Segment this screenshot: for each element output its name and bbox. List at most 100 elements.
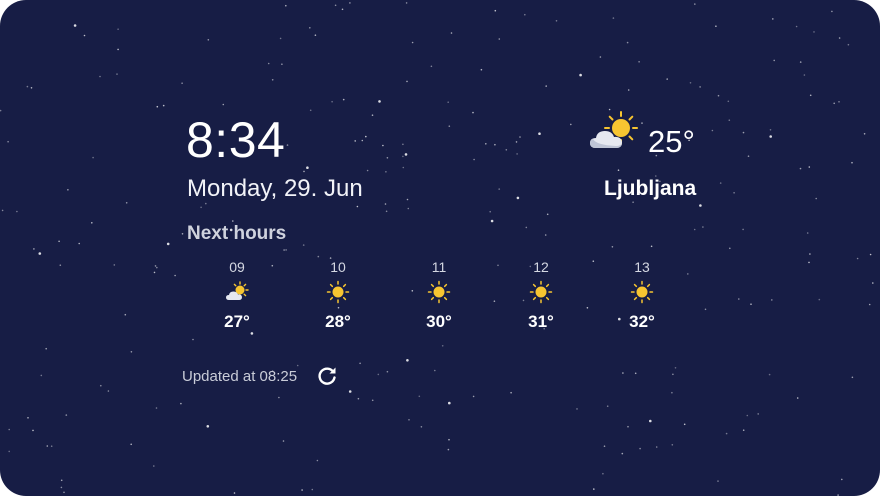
star-dot — [555, 20, 558, 22]
star-dot — [525, 226, 528, 229]
star-dot — [282, 440, 285, 442]
current-weather: 25° — [588, 110, 698, 166]
star-dot — [371, 399, 374, 402]
star-dot — [863, 133, 866, 135]
star-dot — [382, 144, 384, 147]
star-dot — [447, 448, 450, 451]
star-dot — [302, 244, 305, 246]
star-dot — [771, 299, 773, 301]
star-dot — [303, 170, 305, 173]
star-dot — [803, 74, 806, 76]
star-dot — [485, 143, 487, 145]
star-dot — [447, 101, 450, 103]
star-dot — [833, 102, 835, 105]
star-dot — [83, 34, 86, 37]
star-dot — [489, 210, 492, 213]
star-dot — [699, 204, 702, 207]
star-dot — [603, 445, 606, 448]
star-dot — [490, 219, 494, 223]
star-dot — [153, 271, 156, 274]
star-dot — [769, 135, 772, 138]
star-dot — [480, 68, 483, 71]
star-dot — [612, 17, 615, 19]
star-dot — [250, 332, 254, 335]
star-dot — [728, 119, 731, 121]
star-dot — [869, 253, 872, 256]
star-dot — [402, 143, 404, 146]
star-dot — [181, 233, 184, 235]
star-dot — [769, 129, 772, 131]
star-dot — [868, 303, 871, 306]
star-dot — [357, 397, 360, 400]
star-dot — [356, 205, 359, 208]
star-dot — [91, 222, 93, 224]
star-dot — [768, 373, 771, 376]
star-dot — [411, 41, 414, 44]
star-dot — [16, 210, 18, 213]
star-dot — [32, 429, 34, 432]
star-dot — [366, 169, 369, 172]
star-dot — [519, 136, 521, 138]
star-dot — [838, 37, 841, 39]
star-dot — [174, 274, 176, 277]
star-dot — [809, 94, 812, 97]
star-dot — [799, 61, 802, 63]
star-dot — [592, 260, 595, 263]
star-dot — [813, 31, 815, 33]
star-dot — [271, 79, 274, 81]
star-dot — [8, 428, 10, 431]
star-dot — [639, 447, 641, 450]
star-dot — [1, 209, 4, 212]
star-dot — [838, 101, 840, 103]
star-dot — [45, 347, 47, 350]
clock-date: Monday, 29. Jun — [187, 175, 363, 202]
star-dot — [510, 391, 512, 394]
star-dot — [365, 135, 367, 138]
star-dot — [872, 282, 874, 284]
star-dot — [384, 203, 387, 205]
star-dot — [406, 359, 409, 362]
star-dot — [586, 307, 589, 309]
star-dot — [33, 248, 35, 250]
refresh-icon[interactable] — [315, 364, 339, 388]
star-dot — [738, 298, 740, 300]
star-dot — [306, 166, 309, 169]
star-dot — [8, 450, 10, 453]
star-dot — [808, 166, 811, 168]
star-dot — [818, 298, 821, 301]
forecast-hour-temp: 32° — [629, 312, 655, 331]
star-dot — [378, 100, 381, 103]
star-dot — [100, 384, 102, 387]
star-dot — [156, 105, 159, 108]
star-dot — [354, 140, 357, 142]
star-dot — [795, 25, 798, 28]
star-dot — [634, 372, 637, 375]
star-dot — [206, 425, 210, 428]
forecast-hour-temp: 28° — [325, 312, 351, 331]
star-dot — [63, 491, 65, 494]
star-dot — [497, 264, 499, 267]
star-dot — [473, 158, 475, 161]
star-dot — [494, 143, 496, 146]
star-dot — [58, 240, 60, 243]
star-dot — [702, 226, 704, 228]
star-dot — [117, 28, 119, 31]
star-dot — [693, 228, 696, 231]
forecast-hour: 13 32° — [612, 258, 672, 332]
star-dot — [314, 34, 317, 36]
star-dot — [50, 445, 53, 448]
star-dot — [180, 402, 182, 405]
star-dot — [334, 4, 337, 7]
star-dot — [67, 189, 69, 191]
star-dot — [593, 488, 595, 490]
star-dot — [729, 247, 731, 250]
star-dot — [719, 182, 722, 184]
star-dot — [611, 246, 614, 248]
star-dot — [154, 265, 157, 267]
star-dot — [342, 98, 345, 101]
star-dot — [851, 376, 854, 379]
star-dot — [116, 73, 118, 75]
star-dot — [493, 300, 496, 303]
star-dot — [406, 198, 409, 201]
star-dot — [808, 261, 810, 264]
